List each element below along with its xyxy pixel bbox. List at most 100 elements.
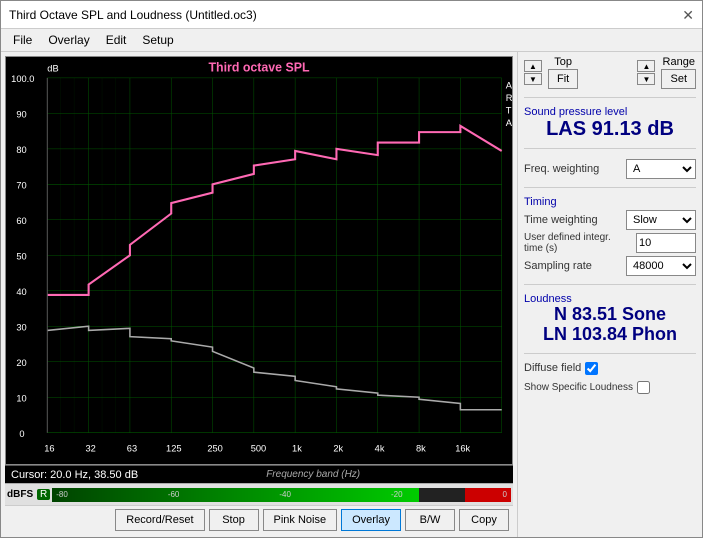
svg-text:90: 90 (16, 109, 26, 119)
dbfs-tick-4: -20 (391, 490, 403, 499)
diffuse-field-row: Diffuse field (524, 362, 696, 375)
svg-text:1k: 1k (292, 443, 302, 453)
range-label: Range (663, 56, 695, 68)
top-up-button[interactable]: ▲ (524, 60, 542, 72)
copy-button[interactable]: Copy (459, 509, 509, 531)
loudness-value2: LN 103.84 Phon (524, 325, 696, 345)
range-arrow-group: ▲ ▼ (637, 60, 655, 85)
svg-text:250: 250 (207, 443, 222, 453)
top-controls: ▲ ▼ Top Fit ▲ ▼ Range Set (524, 56, 696, 89)
user-defined-input[interactable]: 10 (636, 233, 696, 253)
svg-text:Third octave SPL: Third octave SPL (208, 61, 309, 75)
top-down-button[interactable]: ▼ (524, 73, 542, 85)
range-down-button[interactable]: ▼ (637, 73, 655, 85)
divider-1 (524, 97, 696, 98)
freq-band-label: Frequency band (Hz) (266, 469, 360, 480)
cursor-bar: Cursor: 20.0 Hz, 38.50 dB Frequency band… (5, 465, 513, 483)
svg-text:70: 70 (16, 180, 26, 190)
timing-section: Timing Time weighting Slow Fast Impulse … (524, 196, 696, 276)
menu-setup[interactable]: Setup (134, 31, 181, 49)
pink-noise-button[interactable]: Pink Noise (263, 509, 338, 531)
svg-text:20: 20 (16, 358, 26, 368)
dbfs-tick-3: -40 (279, 490, 291, 499)
dbfs-row: dBFS R -80 -60 -40 -20 0 (5, 483, 513, 505)
svg-text:0: 0 (19, 429, 24, 439)
svg-text:16: 16 (44, 443, 54, 453)
cursor-text: Cursor: 20.0 Hz, 38.50 dB (11, 469, 138, 481)
menu-edit[interactable]: Edit (98, 31, 135, 49)
dbfs-label: dBFS (7, 489, 35, 500)
dbfs-tick-2: -60 (168, 490, 180, 499)
svg-text:4k: 4k (375, 443, 385, 453)
svg-text:40: 40 (16, 287, 26, 297)
record-reset-button[interactable]: Record/Reset (115, 509, 204, 531)
svg-text:8k: 8k (416, 443, 426, 453)
dbfs-bar-container: -80 -60 -40 -20 0 (52, 488, 511, 502)
menu-overlay[interactable]: Overlay (40, 31, 97, 49)
loudness-value1: N 83.51 Sone (524, 305, 696, 325)
timing-header: Timing (524, 196, 696, 208)
show-specific-loudness-label: Show Specific Loudness (524, 382, 633, 393)
svg-text:2k: 2k (333, 443, 343, 453)
title-bar: Third Octave SPL and Loudness (Untitled.… (1, 1, 702, 29)
diffuse-field-checkbox[interactable] (585, 362, 598, 375)
right-panel: ▲ ▼ Top Fit ▲ ▼ Range Set (517, 52, 702, 537)
top-label: Top (554, 56, 572, 68)
time-weighting-label: Time weighting (524, 214, 622, 226)
svg-text:10: 10 (16, 393, 26, 403)
stop-button[interactable]: Stop (209, 509, 259, 531)
divider-4 (524, 284, 696, 285)
user-defined-row: User defined integr. time (s) 10 (524, 232, 696, 254)
chart-area: 100.0 90 80 70 60 50 40 30 20 10 0 16 32… (1, 52, 517, 537)
svg-text:R: R (506, 93, 512, 103)
range-up-button[interactable]: ▲ (637, 60, 655, 72)
menu-file[interactable]: File (5, 31, 40, 49)
svg-text:32: 32 (86, 443, 96, 453)
dbfs-tick-5: 0 (503, 490, 507, 499)
fit-button[interactable]: Fit (548, 69, 578, 89)
time-weighting-row: Time weighting Slow Fast Impulse (524, 210, 696, 230)
svg-text:125: 125 (166, 443, 181, 453)
user-defined-label: User defined integr. time (s) (524, 232, 632, 254)
svg-text:A: A (506, 118, 512, 128)
svg-text:30: 30 (16, 322, 26, 332)
show-specific-loudness-row: Show Specific Loudness (524, 381, 696, 394)
svg-text:A: A (506, 80, 512, 90)
chart-svg: 100.0 90 80 70 60 50 40 30 20 10 0 16 32… (6, 57, 512, 464)
chart-container: 100.0 90 80 70 60 50 40 30 20 10 0 16 32… (5, 56, 513, 465)
spl-label: Sound pressure level (524, 106, 696, 118)
bw-button[interactable]: B/W (405, 509, 455, 531)
top-arrow-group: ▲ ▼ (524, 60, 542, 85)
sampling-rate-row: Sampling rate 48000 44100 96000 (524, 256, 696, 276)
freq-weighting-row: Freq. weighting A B C Z (524, 159, 696, 179)
svg-text:dB: dB (47, 64, 58, 74)
svg-text:T: T (506, 105, 512, 115)
sampling-rate-select[interactable]: 48000 44100 96000 (626, 256, 696, 276)
spl-section: Sound pressure level LAS 91.13 dB (524, 106, 696, 140)
button-row: Record/Reset Stop Pink Noise Overlay B/W… (5, 505, 513, 533)
svg-text:63: 63 (127, 443, 137, 453)
divider-2 (524, 148, 696, 149)
dbfs-ticks: -80 -60 -40 -20 0 (52, 488, 511, 502)
svg-text:80: 80 (16, 145, 26, 155)
set-button[interactable]: Set (661, 69, 696, 89)
svg-text:500: 500 (251, 443, 266, 453)
svg-text:50: 50 (16, 251, 26, 261)
svg-text:60: 60 (16, 216, 26, 226)
svg-text:100.0: 100.0 (11, 74, 34, 84)
sampling-rate-label: Sampling rate (524, 260, 622, 272)
loudness-section: Loudness N 83.51 Sone LN 103.84 Phon (524, 293, 696, 345)
time-weighting-select[interactable]: Slow Fast Impulse (626, 210, 696, 230)
close-button[interactable]: ✕ (682, 8, 694, 22)
overlay-button[interactable]: Overlay (341, 509, 401, 531)
divider-5 (524, 353, 696, 354)
main-window: Third Octave SPL and Loudness (Untitled.… (0, 0, 703, 538)
channel-indicator: R (37, 489, 50, 500)
menu-bar: File Overlay Edit Setup (1, 29, 702, 52)
freq-weighting-label: Freq. weighting (524, 163, 622, 175)
show-specific-loudness-checkbox[interactable] (637, 381, 650, 394)
spl-value: LAS 91.13 dB (524, 118, 696, 140)
diffuse-field-label: Diffuse field (524, 362, 581, 374)
freq-weighting-select[interactable]: A B C Z (626, 159, 696, 179)
main-content: 100.0 90 80 70 60 50 40 30 20 10 0 16 32… (1, 52, 702, 537)
